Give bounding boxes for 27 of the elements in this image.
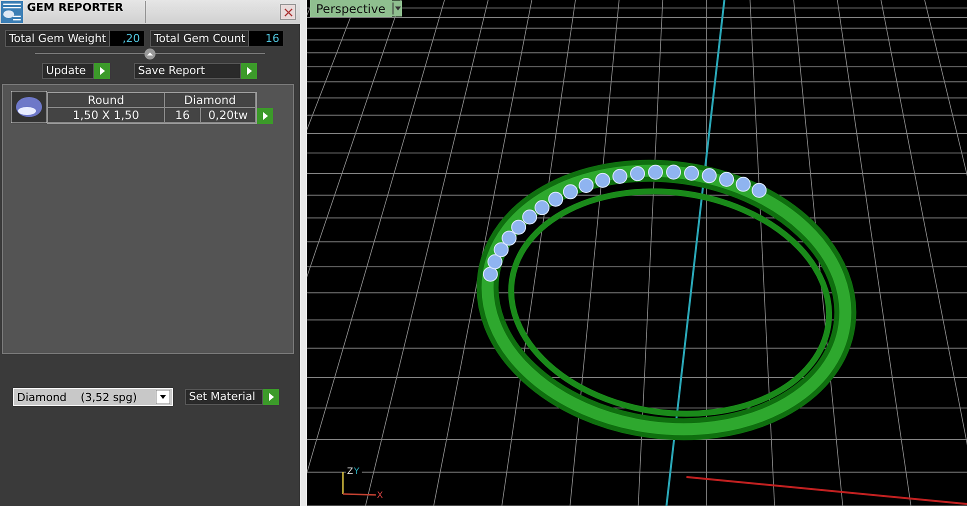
dropdown-caret-icon[interactable] — [392, 0, 402, 17]
close-icon[interactable] — [284, 8, 292, 16]
axis-label: X — [376, 491, 384, 501]
table-cell: 0,20tw — [201, 108, 256, 123]
table-cell: Diamond — [165, 93, 256, 108]
close-button[interactable] — [280, 4, 296, 20]
3d-viewport[interactable]: Perspective ZY X — [307, 0, 967, 506]
window-title: GEM REPORTER — [27, 1, 124, 14]
stat-value: ,20 — [110, 31, 144, 46]
axis-label: Y — [354, 467, 360, 477]
stat-label: Total Gem Count — [150, 30, 250, 47]
gem-list-icon — [1, 1, 23, 23]
set-material-button[interactable]: Set Material — [185, 389, 263, 405]
caret-icon[interactable] — [156, 390, 170, 404]
material-dropdown[interactable]: Diamond (3,52 spg) — [13, 388, 173, 406]
axis-triad-drawing — [342, 472, 379, 496]
table-cell: 1,50 X 1,50 — [48, 108, 165, 123]
collapse-handle-icon[interactable] — [144, 48, 156, 60]
view-mode-tab[interactable]: Perspective — [310, 0, 392, 17]
action-button[interactable]: Save Report — [134, 63, 241, 79]
gem-thumbnail-icon[interactable] — [11, 91, 47, 123]
axis-label: Z — [346, 467, 354, 477]
action-button[interactable]: Update — [42, 63, 94, 79]
stat-value: 16 — [249, 31, 284, 46]
stat-label: Total Gem Weight — [5, 30, 110, 47]
table-cell: Round — [48, 93, 165, 108]
table-cell: 16 — [165, 108, 201, 123]
